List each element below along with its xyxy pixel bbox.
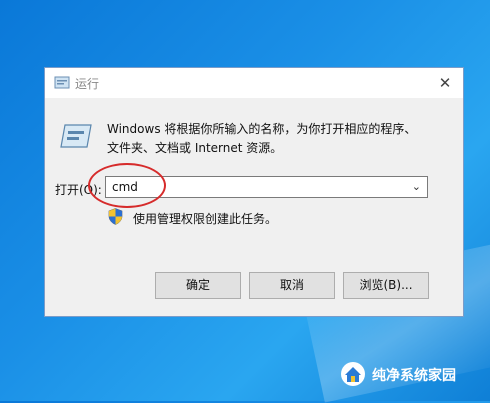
- run-dialog: 运行 ✕ Windows 将根据你所输入的名称，为你打开相应的程序、 文件夹、文…: [44, 67, 464, 317]
- close-icon: ✕: [438, 74, 452, 92]
- house-logo-icon: [341, 362, 365, 386]
- admin-note: 使用管理权限创建此任务。: [133, 212, 278, 226]
- watermark-text: 纯净系统家园: [372, 368, 456, 384]
- description-line-2: 文件夹、文档或 Internet 资源。: [107, 141, 283, 155]
- watermark: 纯净系统家园: [340, 361, 480, 389]
- title-bar[interactable]: 运行 ✕: [45, 68, 463, 98]
- description: Windows 将根据你所输入的名称，为你打开相应的程序、 文件夹、文档或 In…: [107, 120, 447, 158]
- close-button[interactable]: ✕: [427, 68, 463, 98]
- window-title: 运行: [75, 77, 100, 91]
- description-line-1: Windows 将根据你所输入的名称，为你打开相应的程序、: [107, 122, 417, 136]
- ok-button[interactable]: 确定: [155, 272, 241, 299]
- chevron-down-icon[interactable]: ⌄: [412, 180, 421, 193]
- shield-icon: [108, 208, 123, 225]
- browse-button[interactable]: 浏览(B)...: [343, 272, 429, 299]
- cancel-button[interactable]: 取消: [249, 272, 335, 299]
- annotation-circle: [88, 163, 166, 208]
- run-icon: [60, 124, 92, 148]
- run-icon: [54, 76, 70, 89]
